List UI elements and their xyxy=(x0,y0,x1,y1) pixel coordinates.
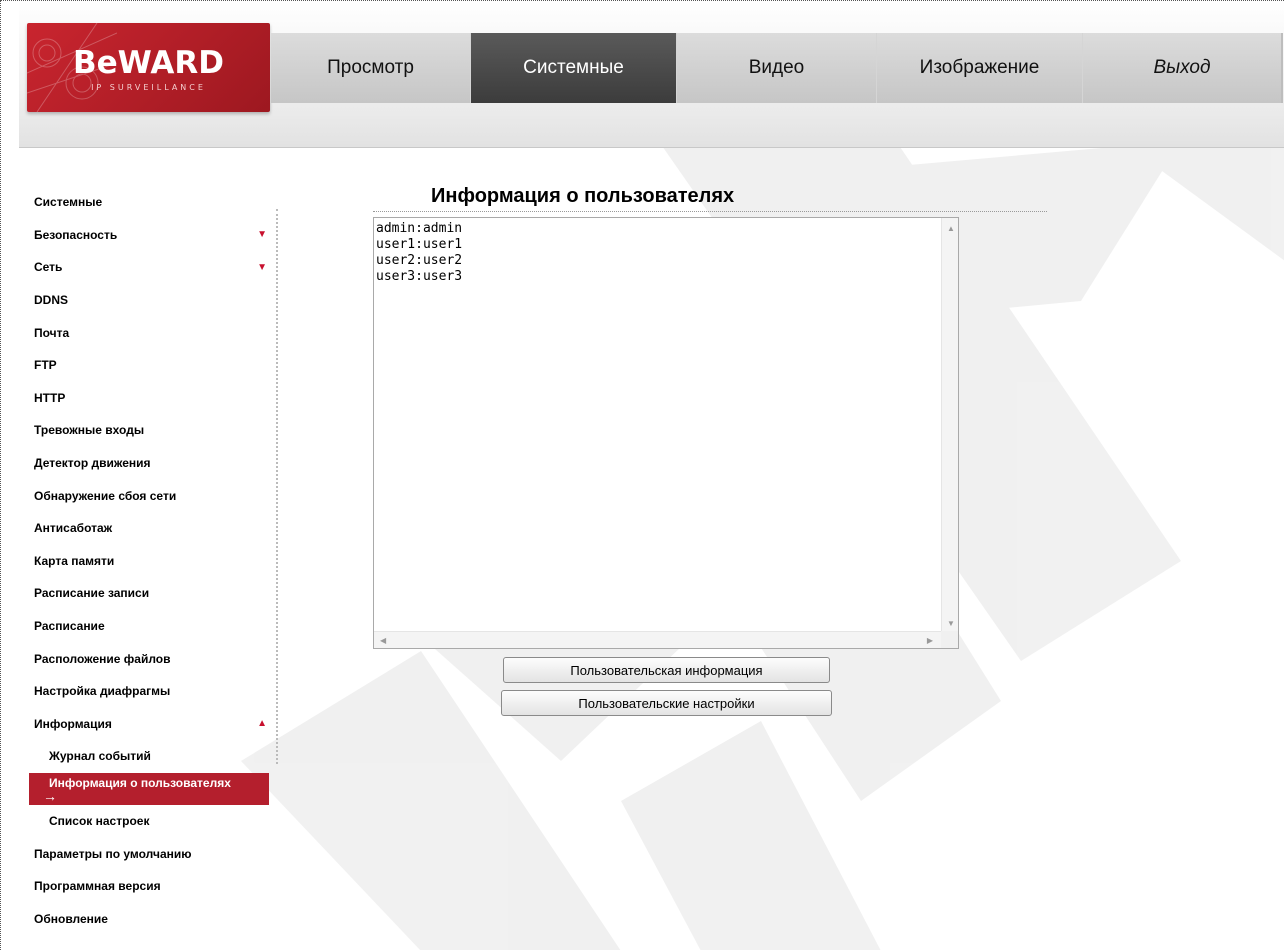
sidebar-item-ftp[interactable]: FTP xyxy=(29,349,269,382)
user-settings-button[interactable]: Пользовательские настройки xyxy=(501,690,832,716)
sidebar-item-label: Антисаботаж xyxy=(34,521,113,536)
sidebar-item-label: Почта xyxy=(34,325,70,340)
sidebar-item-antisabotage[interactable]: Антисаботаж xyxy=(29,512,269,545)
sidebar-item-label: Безопасность xyxy=(34,227,118,242)
sidebar-item-schedule[interactable]: Расписание xyxy=(29,610,269,643)
user-entry: user2:user2 xyxy=(376,253,463,268)
sidebar-item-label: Обновление xyxy=(34,911,108,926)
tab-exit[interactable]: Выход xyxy=(1083,33,1281,103)
logo-text: BeWARD xyxy=(72,45,225,81)
sidebar-item-event-log[interactable]: Журнал событий xyxy=(29,740,269,773)
sidebar-item-http[interactable]: HTTP xyxy=(29,382,269,415)
triangle-down-icon: ▼ xyxy=(257,261,267,273)
brand-logo[interactable]: BeWARD IP SURVEILLANCE xyxy=(27,23,270,112)
title-divider xyxy=(373,211,1047,212)
sidebar-item-label: Список настроек xyxy=(49,813,150,828)
sidebar-item-alarm-inputs[interactable]: Тревожные входы xyxy=(29,414,269,447)
page-title: Информация о пользователях xyxy=(431,185,735,207)
sidebar-item-network[interactable]: Сеть ▼ xyxy=(29,251,269,284)
sidebar-item-ddns[interactable]: DDNS xyxy=(29,284,269,317)
sidebar-item-information[interactable]: Информация ▲ xyxy=(29,708,269,741)
sidebar-item-label: Информация xyxy=(34,716,112,731)
sidebar-item-label: Расписание xyxy=(34,619,105,634)
tab-view[interactable]: Просмотр xyxy=(271,33,471,103)
sidebar-item-label: HTTP xyxy=(34,390,66,405)
sidebar-item-label: Параметры по умолчанию xyxy=(34,846,192,861)
sidebar-item-label: Расписание записи xyxy=(34,586,150,601)
sidebar-item-motion-detector[interactable]: Детектор движения xyxy=(29,447,269,480)
sidebar-item-label: Обнаружение сбоя сети xyxy=(34,488,177,503)
tab-image[interactable]: Изображение xyxy=(877,33,1083,103)
sidebar-item-label: FTP xyxy=(34,358,57,373)
user-entry: user3:user3 xyxy=(376,269,463,284)
sidebar-item-label: Информация о пользователях xyxy=(49,775,231,790)
triangle-down-icon: ▼ xyxy=(257,229,267,241)
sidebar-item-label: Программная версия xyxy=(34,879,161,894)
sidebar-item-system[interactable]: Системные xyxy=(29,186,269,219)
horizontal-scrollbar[interactable]: ◀ ▶ xyxy=(374,631,941,648)
sidebar-item-firmware-version[interactable]: Программная версия xyxy=(29,870,269,903)
sidebar-item-label: Настройка диафрагмы xyxy=(34,684,171,699)
scroll-up-icon[interactable]: ▲ xyxy=(947,224,955,233)
sidebar-item-security[interactable]: Безопасность ▼ xyxy=(29,219,269,252)
vertical-scrollbar[interactable]: ▲ ▼ xyxy=(941,218,958,632)
sidebar: Системные Безопасность ▼ Сеть ▼ DDNS Почта… xyxy=(29,186,269,935)
sidebar-item-user-info[interactable]: Информация о пользователях → xyxy=(29,772,269,805)
sidebar-item-label: Системные xyxy=(34,195,103,210)
page-frame: BeWARD IP SURVEILLANCE Просмотр Системны… xyxy=(0,0,1284,950)
user-entry: admin:admin xyxy=(376,221,463,236)
triangle-up-icon: ▲ xyxy=(257,718,267,730)
sidebar-item-label: Тревожные входы xyxy=(34,423,145,438)
sidebar-item-network-failure[interactable]: Обнаружение сбоя сети xyxy=(29,479,269,512)
top-nav: Просмотр Системные Видео Изображение Вых… xyxy=(271,33,1283,103)
sidebar-item-mail[interactable]: Почта xyxy=(29,316,269,349)
logo-subtitle: IP SURVEILLANCE xyxy=(91,83,206,92)
sidebar-item-label: Сеть xyxy=(34,260,63,275)
user-info-button[interactable]: Пользовательская информация xyxy=(503,657,830,683)
sidebar-item-iris-settings[interactable]: Настройка диафрагмы xyxy=(29,675,269,708)
sidebar-item-record-schedule[interactable]: Расписание записи xyxy=(29,577,269,610)
scroll-right-icon[interactable]: ▶ xyxy=(927,636,933,645)
sidebar-item-label: Детектор движения xyxy=(34,456,151,471)
sidebar-item-label: DDNS xyxy=(34,293,69,308)
tab-system[interactable]: Системные xyxy=(471,33,677,103)
sidebar-item-memory-card[interactable]: Карта памяти xyxy=(29,545,269,578)
scroll-down-icon[interactable]: ▼ xyxy=(947,619,955,628)
user-entry: user1:user1 xyxy=(376,237,463,252)
scrollbar-corner xyxy=(941,631,958,648)
sidebar-item-defaults[interactable]: Параметры по умолчанию xyxy=(29,837,269,870)
sidebar-item-label: Расположение файлов xyxy=(34,651,171,666)
sidebar-item-settings-list[interactable]: Список настроек xyxy=(29,805,269,838)
tab-video[interactable]: Видео xyxy=(677,33,877,103)
users-textarea[interactable]: admin:admin user1:user1 user2:user2 user… xyxy=(373,217,959,649)
sidebar-item-update[interactable]: Обновление xyxy=(29,902,269,935)
sidebar-item-file-location[interactable]: Расположение файлов xyxy=(29,642,269,675)
sidebar-item-label: Карта памяти xyxy=(34,553,115,568)
scroll-left-icon[interactable]: ◀ xyxy=(380,636,386,645)
sidebar-divider xyxy=(276,209,278,764)
sidebar-item-label: Журнал событий xyxy=(49,749,151,764)
right-arrow-icon: → xyxy=(43,787,57,804)
users-list: admin:admin user1:user1 user2:user2 user… xyxy=(376,221,462,285)
